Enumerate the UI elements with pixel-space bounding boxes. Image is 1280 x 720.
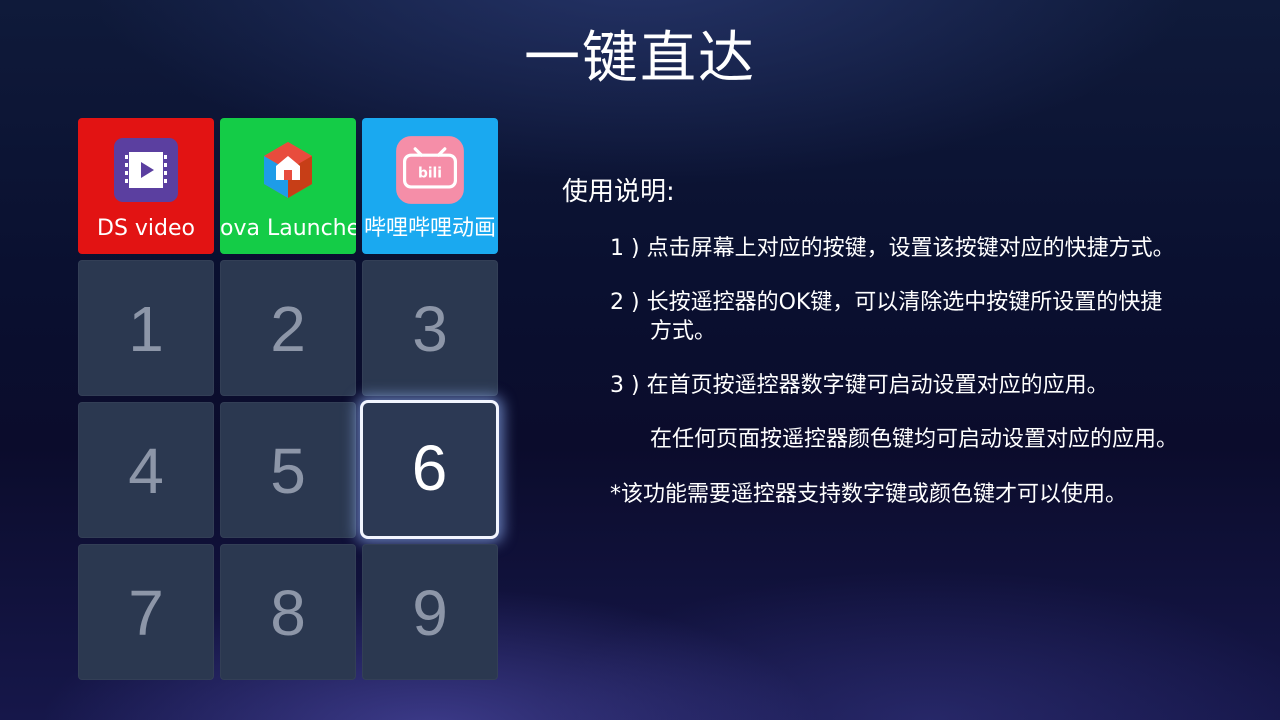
key-7-tile[interactable]: 7 (78, 544, 214, 680)
key-8-tile[interactable]: 8 (220, 544, 356, 680)
instruction-note: *该功能需要遥控器支持数字键或颜色键才可以使用。 (610, 482, 1128, 507)
key-3-label: 3 (412, 293, 448, 365)
app-label-bilibili: 哔哩哔哩动画 (363, 216, 496, 241)
nova-launcher-icon (264, 142, 312, 198)
svg-text:bili: bili (418, 165, 442, 181)
key-4-label: 4 (128, 435, 164, 507)
bilibili-icon: bili (396, 136, 464, 204)
key-8-label: 8 (270, 577, 306, 649)
key-2-tile[interactable]: 2 (220, 260, 356, 396)
app-label-ds-video: DS video (97, 216, 195, 241)
instruction-item-3-extra: 在任何页面按遥控器颜色键均可启动设置对应的应用。 (650, 427, 1179, 452)
key-1-tile[interactable]: 1 (78, 260, 214, 396)
shortcut-grid: DS video ova Launche bili 哔哩哔哩动画 1 2 3 4… (0, 0, 520, 700)
app-tile-ds-video[interactable]: DS video (78, 118, 214, 254)
key-7-label: 7 (128, 577, 164, 649)
key-5-tile[interactable]: 5 (220, 402, 356, 538)
instruction-item-3: 3 ) 在首页按遥控器数字键可启动设置对应的应用。 (610, 373, 1109, 398)
instruction-item-1: 1 ) 点击屏幕上对应的按键，设置该按键对应的快捷方式。 (610, 236, 1175, 261)
key-2-label: 2 (270, 293, 306, 365)
app-label-nova-launcher: ova Launche (220, 216, 356, 241)
key-1-label: 1 (128, 293, 164, 365)
ds-video-icon (114, 138, 178, 202)
key-3-tile[interactable]: 3 (362, 260, 498, 396)
instruction-item-2-line-1: 2 ) 长按遥控器的OK键，可以清除选中按键所设置的快捷 (610, 290, 1163, 315)
key-6-tile[interactable]: 6 (360, 400, 499, 539)
instruction-item-2-line-2: 方式。 (650, 319, 717, 344)
key-9-tile[interactable]: 9 (362, 544, 498, 680)
key-4-tile[interactable]: 4 (78, 402, 214, 538)
instructions-heading: 使用说明: (562, 177, 675, 207)
app-tile-bilibili[interactable]: bili 哔哩哔哩动画 (362, 118, 498, 254)
key-9-label: 9 (412, 577, 448, 649)
key-6-label: 6 (411, 432, 448, 504)
app-tile-nova-launcher[interactable]: ova Launche (220, 118, 356, 254)
key-5-label: 5 (270, 435, 306, 507)
